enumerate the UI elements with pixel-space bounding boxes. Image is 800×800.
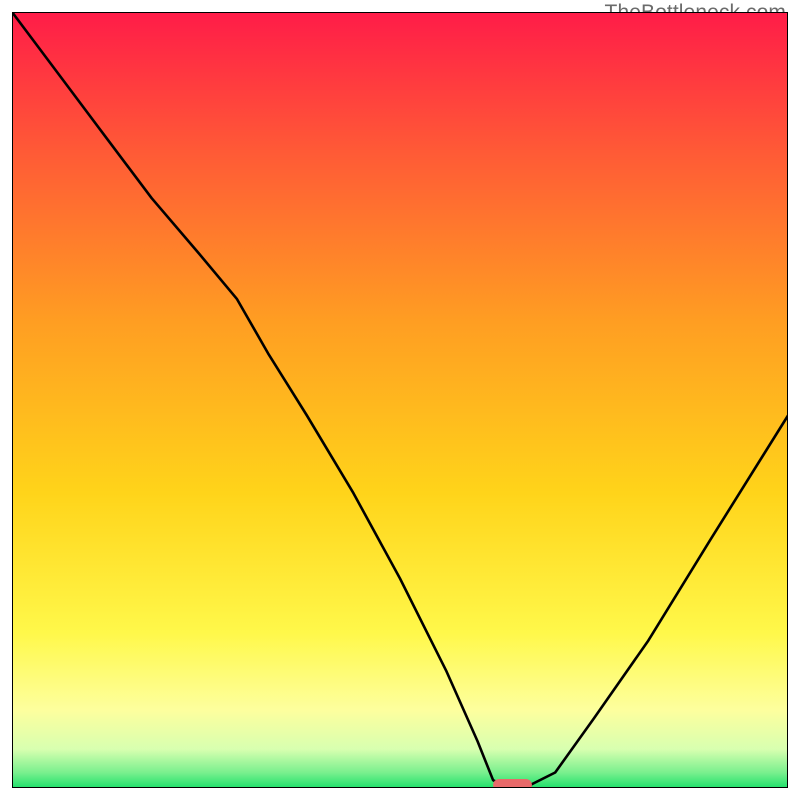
- gradient-background: [12, 12, 788, 788]
- optimal-marker: [493, 779, 532, 788]
- plot-area: [12, 12, 788, 788]
- chart-canvas: TheBottleneck.com: [0, 0, 800, 800]
- chart-svg: [12, 12, 788, 788]
